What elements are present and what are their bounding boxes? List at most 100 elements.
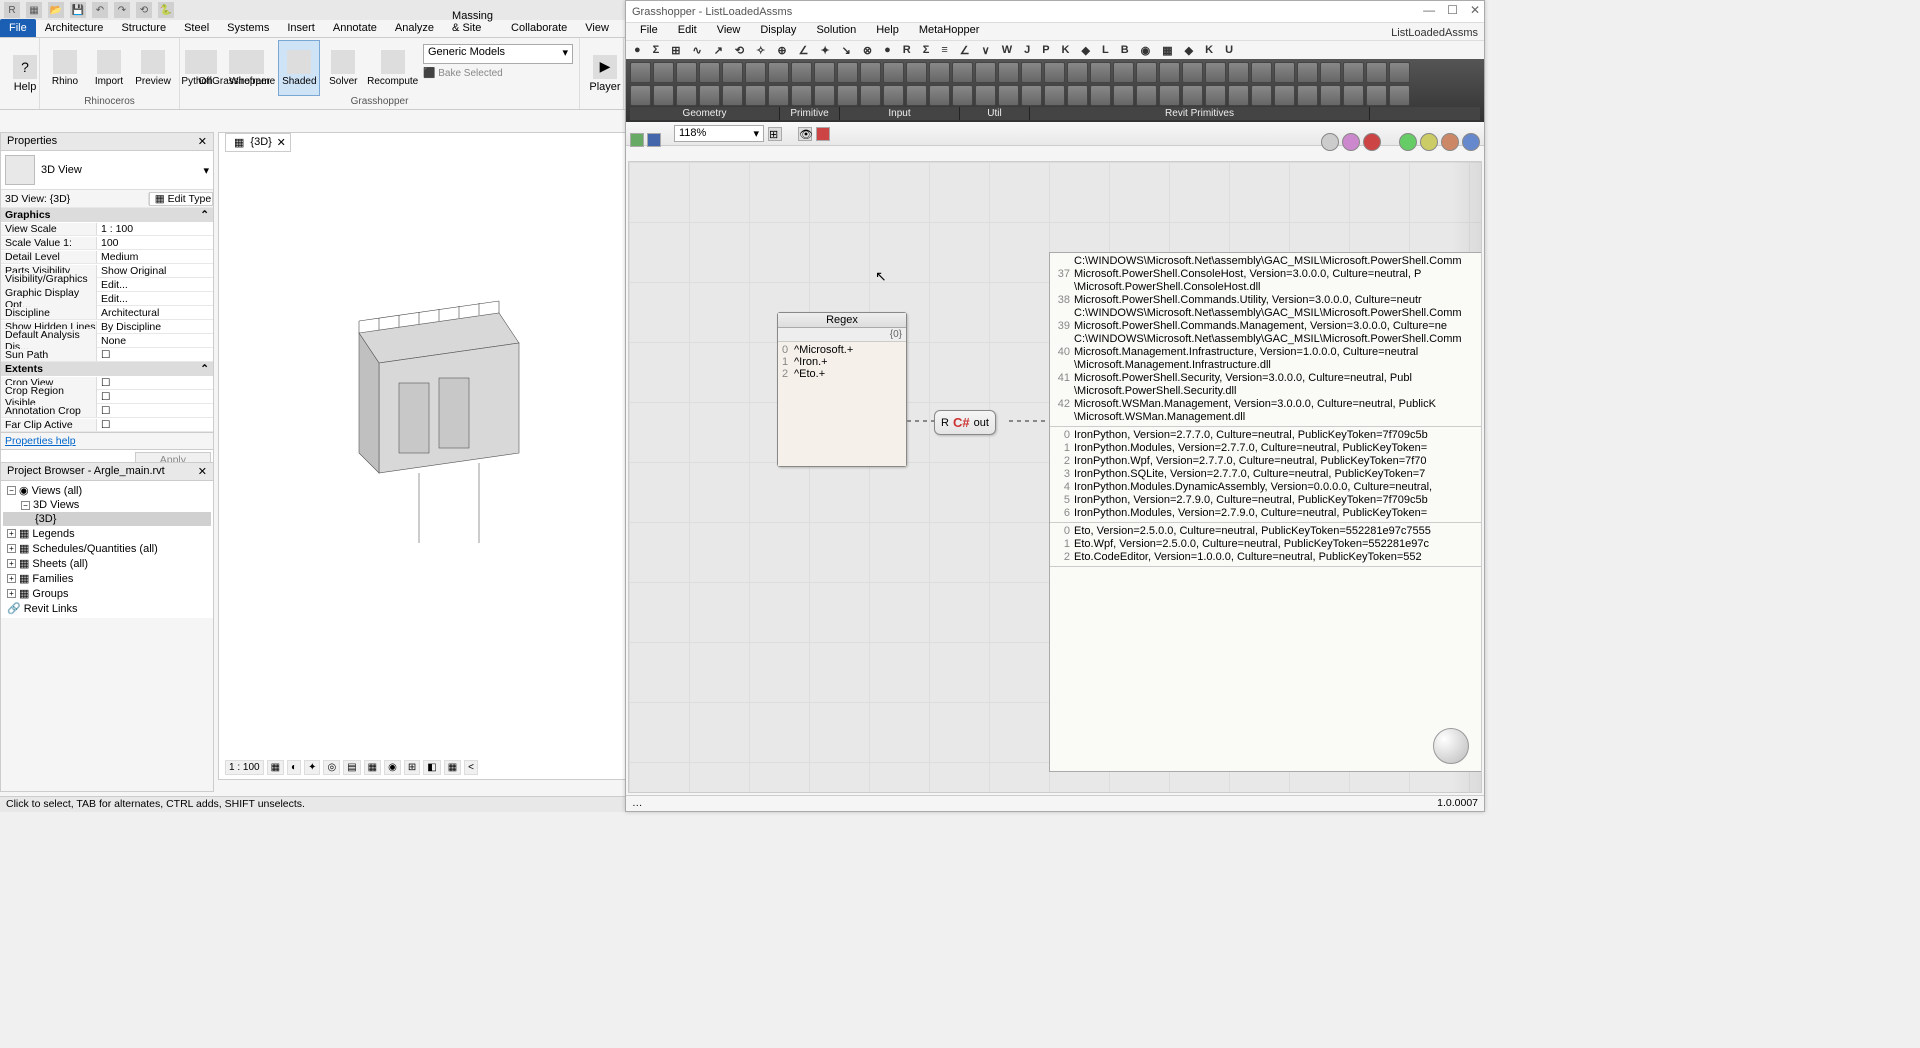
- category-tab[interactable]: ↗: [714, 44, 723, 57]
- ribbon-tab-steel[interactable]: Steel: [175, 19, 218, 37]
- graphics-section[interactable]: Graphics: [5, 209, 51, 221]
- expand-icon[interactable]: +: [7, 529, 16, 538]
- component-button[interactable]: [745, 62, 766, 83]
- qat-icon[interactable]: R: [4, 2, 20, 18]
- category-tab[interactable]: Σ: [923, 44, 930, 56]
- component-button[interactable]: [1320, 62, 1341, 83]
- component-button[interactable]: [1182, 62, 1203, 83]
- component-button[interactable]: [1297, 62, 1318, 83]
- qat-icon[interactable]: 💾: [70, 2, 86, 18]
- component-button[interactable]: [1366, 85, 1387, 106]
- component-button[interactable]: [883, 85, 904, 106]
- component-button[interactable]: [975, 85, 996, 106]
- menu-metahopper[interactable]: MetaHopper: [909, 23, 990, 40]
- category-tab[interactable]: ∠: [799, 44, 809, 57]
- component-button[interactable]: [1136, 62, 1157, 83]
- component-button[interactable]: [906, 62, 927, 83]
- sketch-icon[interactable]: [816, 127, 830, 141]
- component-button[interactable]: [722, 62, 743, 83]
- component-button[interactable]: [1320, 85, 1341, 106]
- component-button[interactable]: [676, 62, 697, 83]
- vc-icon[interactable]: ◎: [323, 760, 340, 775]
- zoom-extents-icon[interactable]: ⊞: [768, 127, 782, 141]
- bake-button[interactable]: ⬛ Bake Selected: [423, 68, 573, 79]
- output-panel[interactable]: C:\WINDOWS\Microsoft.Net\assembly\GAC_MS…: [1049, 252, 1482, 772]
- category-tab[interactable]: ⊗: [863, 44, 872, 57]
- preview-icon[interactable]: 👁: [798, 127, 812, 141]
- component-button[interactable]: [699, 85, 720, 106]
- collapse-icon[interactable]: ⌃: [200, 209, 209, 221]
- off-button[interactable]: Off: [184, 40, 226, 96]
- csharp-component[interactable]: R C# out: [934, 410, 996, 435]
- component-button[interactable]: [952, 85, 973, 106]
- component-button[interactable]: [1251, 62, 1272, 83]
- rhino-button[interactable]: Rhino: [44, 40, 86, 96]
- ribbon-tab-systems[interactable]: Systems: [218, 19, 278, 37]
- recompute-button[interactable]: Recompute: [366, 40, 419, 96]
- component-button[interactable]: [1205, 62, 1226, 83]
- close-icon[interactable]: ✕: [198, 135, 207, 148]
- qat-icon[interactable]: 🐍: [158, 2, 174, 18]
- component-button[interactable]: [1136, 85, 1157, 106]
- component-button[interactable]: [722, 85, 743, 106]
- component-button[interactable]: [1067, 62, 1088, 83]
- tree-item[interactable]: −3D Views: [3, 498, 211, 512]
- category-tab[interactable]: ●: [884, 44, 891, 56]
- prop-value[interactable]: ☐: [97, 349, 213, 361]
- component-button[interactable]: [1067, 85, 1088, 106]
- menu-edit[interactable]: Edit: [668, 23, 707, 40]
- component-button[interactable]: [1251, 85, 1272, 106]
- category-tab[interactable]: L: [1102, 44, 1109, 56]
- component-button[interactable]: [791, 62, 812, 83]
- category-tab[interactable]: ⊞: [671, 44, 680, 57]
- category-tab[interactable]: ⟲: [735, 44, 744, 57]
- ribbon-tab-annotate[interactable]: Annotate: [324, 19, 386, 37]
- component-button[interactable]: [1044, 85, 1065, 106]
- vc-icon[interactable]: ⊞: [404, 760, 420, 775]
- category-tab[interactable]: R: [903, 44, 911, 56]
- display-icon[interactable]: [1420, 133, 1438, 151]
- prop-value[interactable]: ☐: [97, 405, 213, 417]
- menu-help[interactable]: Help: [866, 23, 909, 40]
- instance-selector[interactable]: 3D View: {3D}: [1, 193, 149, 205]
- tree-item[interactable]: +▦Legends: [3, 526, 211, 541]
- shaded-button[interactable]: Shaded: [278, 40, 320, 96]
- maximize-icon[interactable]: ☐: [1447, 3, 1458, 17]
- component-button[interactable]: [837, 62, 858, 83]
- prop-value[interactable]: Show Original: [97, 265, 213, 277]
- family-dropdown[interactable]: Generic Models▾: [423, 44, 573, 64]
- component-button[interactable]: [630, 62, 651, 83]
- menu-display[interactable]: Display: [750, 23, 806, 40]
- prop-value[interactable]: Edit...: [97, 279, 213, 291]
- regex-panel[interactable]: Regex {0} 0^Microsoft.+1^Iron.+2^Eto.+: [777, 312, 907, 467]
- open-icon[interactable]: [630, 133, 644, 147]
- ribbon-tab-view[interactable]: View: [576, 19, 618, 37]
- component-button[interactable]: [906, 85, 927, 106]
- component-button[interactable]: [998, 62, 1019, 83]
- component-button[interactable]: [630, 85, 651, 106]
- gh-canvas[interactable]: ↖ Regex {0} 0^Microsoft.+1^Iron.+2^Eto.+…: [628, 161, 1482, 793]
- prop-value[interactable]: ☐: [97, 391, 213, 403]
- category-tab[interactable]: ✧: [756, 44, 765, 57]
- vc-icon[interactable]: ✦: [304, 760, 320, 775]
- ribbon-tab-architecture[interactable]: Architecture: [36, 19, 113, 37]
- component-button[interactable]: [1228, 85, 1249, 106]
- component-button[interactable]: [998, 85, 1019, 106]
- 3d-viewport[interactable]: ▦{3D}✕ 1 : 100 ▦ ◐ ✦: [218, 132, 628, 780]
- component-button[interactable]: [1343, 85, 1364, 106]
- view-scale[interactable]: 1 : 100: [225, 760, 264, 775]
- solver-button[interactable]: Solver: [322, 40, 364, 96]
- tree-item[interactable]: +▦Sheets (all): [3, 556, 211, 571]
- gh-doc-label[interactable]: ListLoadedAssms: [1391, 27, 1478, 39]
- vc-icon[interactable]: ▦: [444, 760, 461, 775]
- prop-value[interactable]: Edit...: [97, 293, 213, 305]
- category-tab[interactable]: ◆: [1185, 44, 1193, 57]
- tree-item[interactable]: −◉Views (all): [3, 483, 211, 498]
- tree-item[interactable]: +▦Families: [3, 571, 211, 586]
- close-icon[interactable]: ✕: [198, 465, 207, 478]
- component-button[interactable]: [952, 62, 973, 83]
- component-button[interactable]: [791, 85, 812, 106]
- component-button[interactable]: [814, 85, 835, 106]
- component-button[interactable]: [1182, 85, 1203, 106]
- component-button[interactable]: [883, 62, 904, 83]
